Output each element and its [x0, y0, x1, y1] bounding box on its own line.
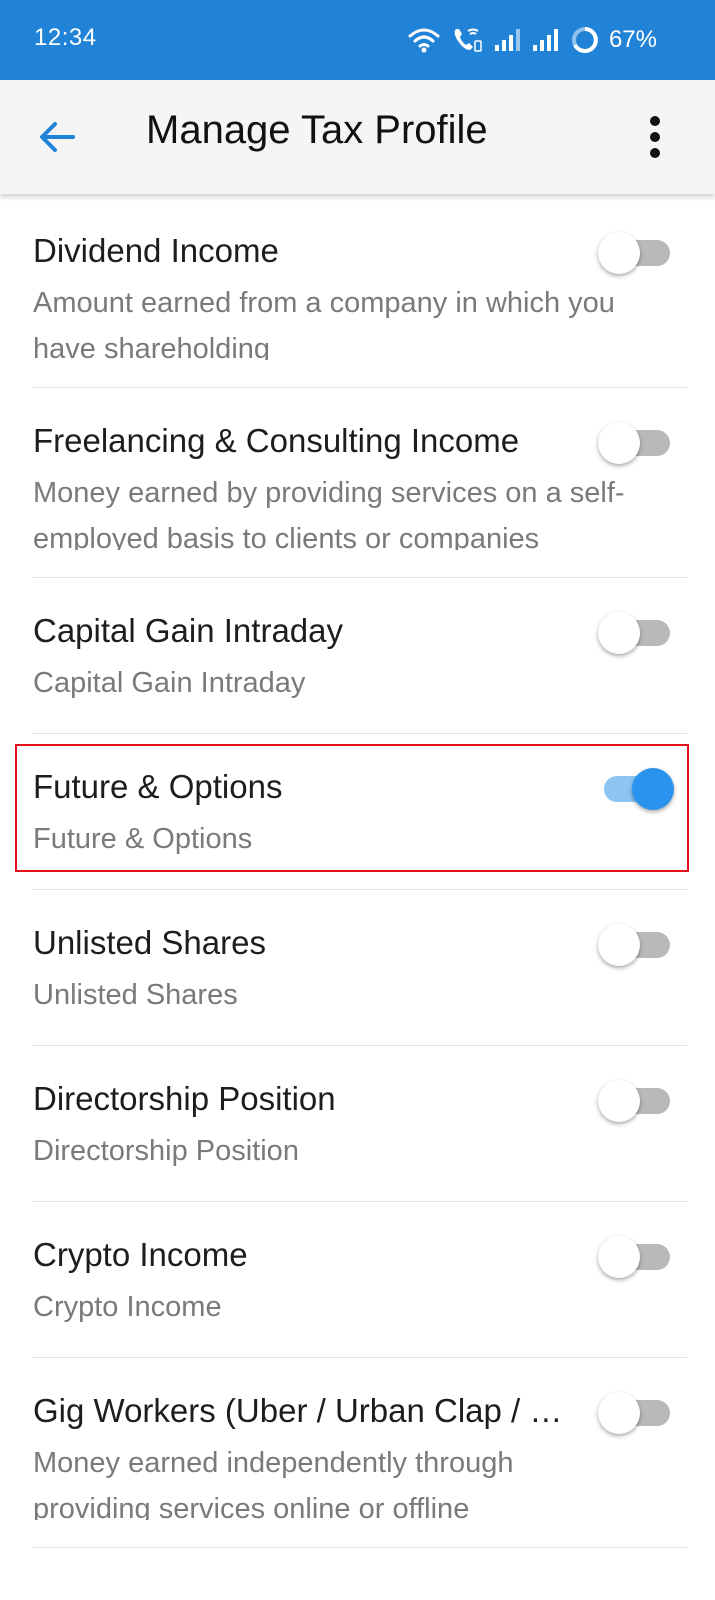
item-description: Crypto Income [33, 1291, 222, 1323]
toggle-switch[interactable] [598, 924, 672, 966]
list-item[interactable]: Capital Gain Intraday Capital Gain Intra… [32, 578, 687, 734]
battery-level: 67% [608, 26, 657, 53]
app-bar: Manage Tax Profile [0, 80, 715, 194]
toggle-switch[interactable] [598, 1080, 672, 1122]
list-item[interactable]: Freelancing & Consulting Income Money ea… [32, 388, 687, 578]
page-title: Manage Tax Profile [146, 108, 488, 152]
list-item[interactable]: Directorship Position Directorship Posit… [32, 1046, 687, 1202]
more-vert-icon [649, 115, 661, 163]
item-title: Future & Options [33, 768, 283, 805]
item-description: Unlisted Shares [33, 979, 238, 1011]
toggle-switch[interactable] [598, 1236, 672, 1278]
item-title: Directorship Position [33, 1080, 336, 1117]
toggle-switch[interactable] [598, 232, 672, 274]
item-description: Money earned by providing services on a … [33, 477, 625, 550]
item-description: Amount earned from a company in which yo… [33, 287, 615, 360]
toggle-switch[interactable] [598, 422, 672, 464]
list-item[interactable]: Future & Options Future & Options [32, 734, 687, 890]
item-description: Capital Gain Intraday [33, 667, 306, 699]
item-title: Unlisted Shares [33, 924, 266, 961]
toggle-switch[interactable] [598, 768, 674, 810]
item-title: Freelancing & Consulting Income [33, 422, 520, 459]
list-item[interactable]: Dividend Income Amount earned from a com… [32, 196, 687, 388]
status-time: 12:34 [34, 24, 97, 51]
list-item[interactable]: Crypto Income Crypto Income [32, 1202, 687, 1358]
item-title: Capital Gain Intraday [33, 612, 344, 649]
list-item[interactable]: Gig Workers (Uber / Urban Clap / Zomato)… [32, 1358, 687, 1548]
wifi-icon [407, 26, 441, 54]
status-bar: 12:34 67% [0, 0, 715, 80]
arrow-back-icon [37, 119, 77, 159]
battery-ring-icon [571, 26, 599, 54]
item-title: Dividend Income [33, 232, 279, 269]
signal-icon [493, 27, 521, 53]
item-description: Directorship Position [33, 1135, 299, 1167]
list-item[interactable]: Unlisted Shares Unlisted Shares [32, 890, 687, 1046]
status-icons: 67% [407, 22, 657, 58]
item-title: Gig Workers (Uber / Urban Clap / Zomato) [33, 1392, 573, 1429]
signal-icon [531, 27, 561, 53]
wifi-calling-icon [451, 25, 483, 55]
toggle-switch[interactable] [598, 1392, 672, 1434]
toggle-switch[interactable] [598, 612, 672, 654]
back-button[interactable] [30, 112, 84, 166]
more-options-button[interactable] [628, 112, 682, 166]
item-description: Future & Options [33, 823, 253, 855]
item-title: Crypto Income [33, 1236, 248, 1273]
item-description: Money earned independently through provi… [33, 1447, 514, 1520]
